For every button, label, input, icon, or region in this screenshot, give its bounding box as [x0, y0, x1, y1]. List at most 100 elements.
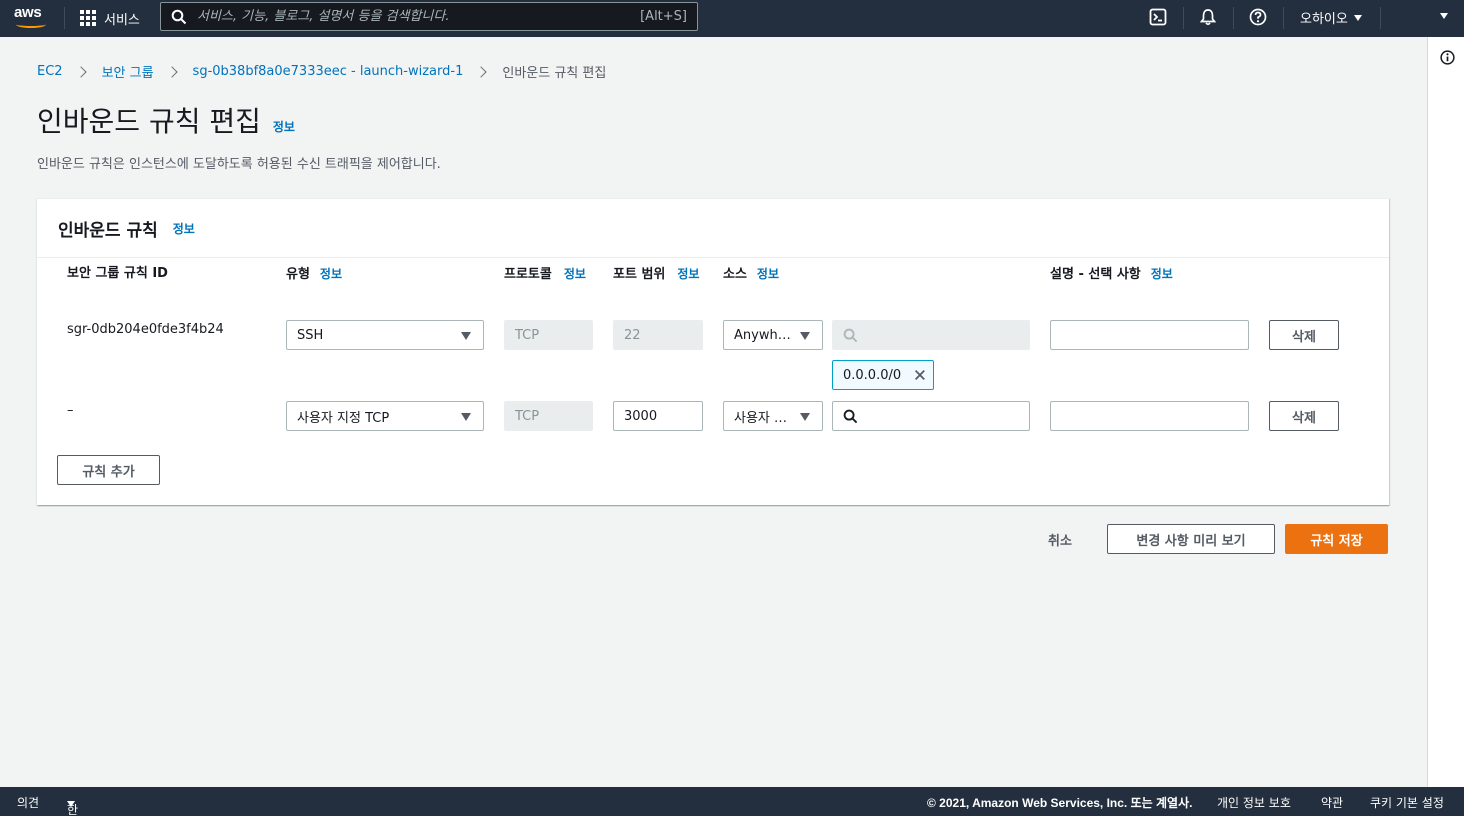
terms-link[interactable]: 약관 — [1321, 794, 1343, 811]
help-icon[interactable] — [1249, 8, 1267, 26]
caret-down-icon — [1353, 14, 1362, 21]
copyright-text: © 2021, Amazon Web Services, Inc. 또는 계열사… — [927, 796, 1193, 810]
chevron-right-icon — [475, 65, 488, 78]
cloudshell-icon[interactable] — [1149, 8, 1167, 26]
notifications-bell-icon[interactable] — [1199, 8, 1217, 26]
breadcrumb-ec2[interactable]: EC2 — [37, 64, 63, 79]
breadcrumb-current: 인바운드 규칙 편집 — [502, 66, 607, 81]
description-input[interactable] — [1061, 408, 1248, 424]
port-range-field: 22 — [613, 320, 703, 350]
column-header-label: 유형 — [286, 267, 310, 282]
port-range-field[interactable] — [613, 401, 703, 431]
type-select[interactable]: SSH — [286, 320, 484, 350]
account-menu-caret-icon[interactable] — [1440, 13, 1448, 19]
column-header-source: 소스 정보 — [723, 264, 779, 285]
source-select-value: 사용자 지정 — [734, 410, 792, 426]
cancel-button[interactable]: 취소 — [1048, 530, 1072, 549]
close-icon[interactable] — [913, 367, 927, 383]
type-select-value: 사용자 지정 TCP — [297, 410, 390, 426]
column-header-label: 설명 - 선택 사항 — [1050, 267, 1141, 282]
delete-rule-button[interactable]: 삭제 — [1269, 320, 1339, 350]
services-label: 서비스 — [104, 12, 140, 28]
page-title-row: 인바운드 규칙 편집 정보 — [37, 100, 295, 140]
nav-divider — [1233, 7, 1234, 29]
chevron-right-icon — [165, 65, 178, 78]
rule-id-value: sgr-0db204e0fde3f4b24 — [67, 322, 224, 337]
search-icon — [843, 328, 858, 342]
source-cidr-search[interactable] — [832, 401, 1030, 431]
description-field[interactable] — [1050, 401, 1249, 431]
rule-id-value: – — [67, 403, 74, 418]
column-header-label: 포트 범위 — [613, 267, 666, 282]
protocol-info-link[interactable]: 정보 — [564, 267, 586, 281]
search-shortcut-hint: [Alt+S] — [640, 9, 687, 24]
page-description: 인바운드 규칙은 인스턴스에 도달하도록 허용된 수신 트래픽을 제어합니다. — [37, 157, 441, 172]
caret-down-icon — [461, 332, 471, 340]
type-select-value: SSH — [297, 327, 324, 343]
page-info-link[interactable]: 정보 — [273, 118, 295, 135]
services-menu-button[interactable]: 서비스 — [80, 7, 140, 29]
protocol-field: TCP — [504, 401, 593, 431]
source-info-link[interactable]: 정보 — [757, 267, 779, 281]
caret-down-icon — [800, 332, 810, 340]
breadcrumb-security-groups[interactable]: 보안 그룹 — [102, 62, 154, 81]
delete-rule-button[interactable]: 삭제 — [1269, 401, 1339, 431]
type-select[interactable]: 사용자 지정 TCP — [286, 401, 484, 431]
region-label: 오하이오 — [1300, 12, 1348, 27]
type-info-link[interactable]: 정보 — [320, 267, 342, 281]
add-rule-button[interactable]: 규칙 추가 — [57, 455, 160, 485]
nav-divider — [1380, 7, 1381, 29]
region-selector[interactable]: 오하이오 — [1300, 8, 1362, 27]
global-search[interactable]: [Alt+S] — [160, 2, 698, 31]
source-select-value: Anywhere-IPv4 — [734, 327, 792, 343]
top-navigation: aws 서비스 [Alt+S] 오하이오 — [0, 0, 1464, 37]
breadcrumb-security-group[interactable]: sg-0b38bf8a0e7333eec - launch-wizard-1 — [193, 64, 464, 79]
nav-divider — [1183, 7, 1184, 29]
caret-down-icon — [461, 413, 471, 421]
description-input[interactable] — [1061, 327, 1248, 343]
preview-changes-button[interactable]: 변경 사항 미리 보기 — [1107, 524, 1275, 554]
cookie-preferences-link[interactable]: 쿠키 기본 설정 — [1370, 794, 1444, 811]
aws-logo[interactable]: aws — [14, 4, 48, 30]
caret-down-icon — [800, 413, 810, 421]
column-header-label: 프로토콜 — [504, 267, 552, 282]
inbound-rules-panel: 인바운드 규칙 정보 보안 그룹 규칙 ID 유형 정보 프로토콜 정보 포트 범위… — [37, 198, 1389, 505]
caret-down-icon — [67, 801, 75, 807]
search-icon — [843, 409, 858, 423]
panel-header: 인바운드 규칙 정보 — [37, 199, 1389, 258]
column-header-description: 설명 - 선택 사항 정보 — [1050, 264, 1173, 285]
grid-icon — [80, 10, 96, 26]
breadcrumb: EC2 보안 그룹 sg-0b38bf8a0e7333eec - launch-… — [37, 62, 606, 81]
description-field[interactable] — [1050, 320, 1249, 350]
port-range-input[interactable] — [624, 408, 702, 424]
chevron-right-icon — [74, 65, 87, 78]
source-cidr-search — [832, 320, 1030, 350]
column-header-rule-id: 보안 그룹 규칙 ID — [67, 264, 168, 284]
protocol-field: TCP — [504, 320, 593, 350]
aws-smile-icon — [16, 21, 46, 28]
column-header-label: 소스 — [723, 267, 747, 282]
aws-logo-text: aws — [14, 4, 42, 21]
info-icon[interactable] — [1440, 50, 1455, 65]
search-icon — [171, 9, 187, 24]
column-header-label: 보안 그룹 규칙 ID — [67, 266, 168, 281]
column-header-type: 유형 정보 — [286, 264, 342, 285]
source-select[interactable]: 사용자 지정 — [723, 401, 823, 431]
feedback-link[interactable]: 의견 — [17, 794, 39, 811]
source-cidr-token-label: 0.0.0.0/0 — [843, 367, 902, 383]
nav-divider — [64, 7, 65, 29]
source-cidr-token: 0.0.0.0/0 — [832, 360, 934, 390]
search-input[interactable] — [197, 9, 641, 24]
save-rules-button[interactable]: 규칙 저장 — [1285, 524, 1388, 554]
nav-divider — [1283, 7, 1284, 29]
footer: 의견 한국어 © 2021, Amazon Web Services, Inc.… — [0, 787, 1464, 816]
column-header-protocol: 프로토콜 정보 — [504, 264, 594, 285]
panel-title: 인바운드 규칙 — [58, 220, 158, 241]
page-title: 인바운드 규칙 편집 — [37, 105, 261, 138]
panel-info-link[interactable]: 정보 — [173, 220, 195, 237]
source-select[interactable]: Anywhere-IPv4 — [723, 320, 823, 350]
privacy-link[interactable]: 개인 정보 보호 — [1217, 794, 1291, 811]
column-header-port-range: 포트 범위 정보 — [613, 264, 703, 285]
port-range-info-link[interactable]: 정보 — [677, 267, 699, 281]
description-info-link[interactable]: 정보 — [1151, 267, 1173, 281]
